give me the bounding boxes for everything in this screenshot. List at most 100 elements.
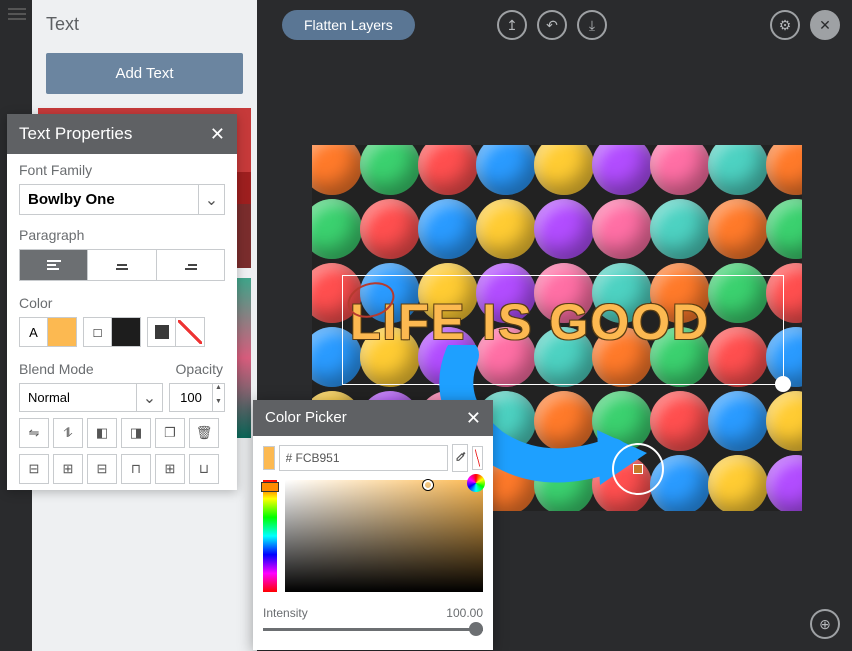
text-properties-header: Text Properties ✕	[7, 114, 237, 154]
balloon	[312, 145, 362, 195]
balloon	[312, 199, 362, 259]
opacity-up[interactable]: ▲	[213, 384, 224, 398]
align-right-edge[interactable]: ⊟	[87, 454, 117, 484]
balloon	[476, 199, 536, 259]
opacity-field[interactable]	[170, 384, 212, 411]
balloon	[360, 199, 420, 259]
bring-forward-button[interactable]: ◧	[87, 418, 117, 448]
text-properties-title: Text Properties	[19, 124, 132, 144]
eyedropper-sample-ring[interactable]	[612, 443, 664, 495]
shadow-color-button[interactable]	[148, 318, 176, 346]
blend-mode-select[interactable]: Normal ⌄	[19, 383, 163, 412]
balloon	[766, 199, 802, 259]
shadow-color-swatch-none[interactable]	[176, 318, 204, 346]
intensity-slider-thumb[interactable]	[469, 622, 483, 636]
hue-slider[interactable]	[263, 480, 277, 592]
no-color-swatch[interactable]	[472, 446, 484, 470]
outline-color-group: □	[83, 317, 141, 347]
balloon	[650, 199, 710, 259]
font-family-value: Bowlby One	[20, 185, 198, 214]
fill-color-group: A	[19, 317, 77, 347]
balloon	[534, 199, 594, 259]
send-backward-button[interactable]: ◨	[121, 418, 151, 448]
align-left-button[interactable]	[20, 250, 88, 280]
align-left-edge[interactable]: ⊟	[19, 454, 49, 484]
balloon	[708, 455, 768, 511]
balloon	[534, 145, 594, 195]
fill-color-button[interactable]: A	[20, 318, 48, 346]
chevron-down-icon[interactable]: ⌄	[136, 384, 162, 411]
balloon	[592, 391, 652, 451]
hue-slider-thumb[interactable]	[261, 482, 279, 492]
color-picker-title: Color Picker	[265, 409, 347, 427]
hamburger-menu[interactable]	[8, 8, 26, 22]
flatten-layers-button[interactable]: Flatten Layers	[282, 10, 415, 40]
gear-icon[interactable]: ⚙	[770, 10, 800, 40]
font-family-select[interactable]: Bowlby One ⌄	[19, 184, 225, 215]
flip-horizontal-button[interactable]: ⇋	[19, 418, 49, 448]
delete-button[interactable]: 🗑	[189, 418, 219, 448]
chevron-down-icon[interactable]: ⌄	[198, 185, 224, 214]
balloon	[766, 455, 802, 511]
intensity-value: 100.00	[446, 606, 483, 620]
intensity-slider[interactable]	[263, 622, 483, 636]
align-tools: ⊟ ⊞ ⊟ ⊓ ⊞ ⊔	[19, 454, 225, 484]
align-top-edge[interactable]: ⊓	[121, 454, 151, 484]
add-text-button[interactable]: Add Text	[46, 53, 243, 94]
outline-color-swatch[interactable]	[112, 318, 140, 346]
font-family-label: Font Family	[7, 154, 237, 184]
align-right-button[interactable]	[157, 250, 224, 280]
close-icon[interactable]: ✕	[210, 125, 225, 143]
paragraph-label: Paragraph	[7, 219, 237, 249]
align-bottom-edge[interactable]: ⊔	[189, 454, 219, 484]
align-h-center[interactable]: ⊞	[53, 454, 83, 484]
eyedropper-icon[interactable]	[452, 444, 468, 472]
flip-vertical-button[interactable]: ⥮	[53, 418, 83, 448]
balloon	[592, 145, 652, 195]
undo-icon[interactable]: ↶	[537, 10, 567, 40]
canvas-headline[interactable]: LIFE IS GOOD	[350, 293, 710, 351]
save-icon[interactable]: ⤓	[577, 10, 607, 40]
align-center-button[interactable]	[88, 250, 156, 280]
sidebar-header: Text	[32, 0, 257, 45]
zoom-icon[interactable]: ⊕	[810, 609, 840, 639]
balloon	[766, 145, 802, 195]
balloon	[476, 145, 536, 195]
text-properties-panel: Text Properties ✕ Font Family Bowlby One…	[7, 114, 237, 490]
sv-picker-thumb[interactable]	[423, 480, 433, 490]
balloon	[650, 391, 710, 451]
duplicate-button[interactable]: ❐	[155, 418, 185, 448]
color-wheel-icon[interactable]	[467, 474, 485, 492]
balloon	[418, 145, 478, 195]
balloon	[360, 145, 420, 195]
align-v-center[interactable]: ⊞	[155, 454, 185, 484]
opacity-input[interactable]: ▲▼	[169, 383, 225, 412]
opacity-down[interactable]: ▼	[213, 398, 224, 412]
balloon	[534, 455, 594, 511]
balloon	[534, 391, 594, 451]
close-icon[interactable]: ✕	[466, 409, 481, 427]
blend-mode-label: Blend Mode	[19, 361, 94, 377]
current-color-swatch	[263, 446, 275, 470]
balloon	[708, 145, 768, 195]
balloon	[708, 391, 768, 451]
hex-input[interactable]	[279, 445, 448, 471]
balloon	[418, 199, 478, 259]
balloon	[708, 199, 768, 259]
saturation-value-field[interactable]	[285, 480, 483, 592]
fill-color-swatch[interactable]	[48, 318, 76, 346]
transform-tools: ⇋ ⥮ ◧ ◨ ❐ 🗑	[19, 418, 225, 448]
close-canvas-icon[interactable]: ✕	[810, 10, 840, 40]
shadow-color-group	[147, 317, 205, 347]
paragraph-align-group	[19, 249, 225, 281]
balloon	[766, 391, 802, 451]
balloon	[592, 199, 652, 259]
blend-mode-value: Normal	[20, 384, 136, 411]
intensity-label: Intensity	[263, 606, 308, 620]
resize-handle[interactable]	[775, 376, 791, 392]
color-controls: A □	[19, 317, 225, 347]
color-picker-panel: Color Picker ✕ Intensity 100.00	[253, 400, 493, 650]
outline-color-button[interactable]: □	[84, 318, 112, 346]
color-label: Color	[7, 287, 237, 317]
export-icon[interactable]: ↥	[497, 10, 527, 40]
